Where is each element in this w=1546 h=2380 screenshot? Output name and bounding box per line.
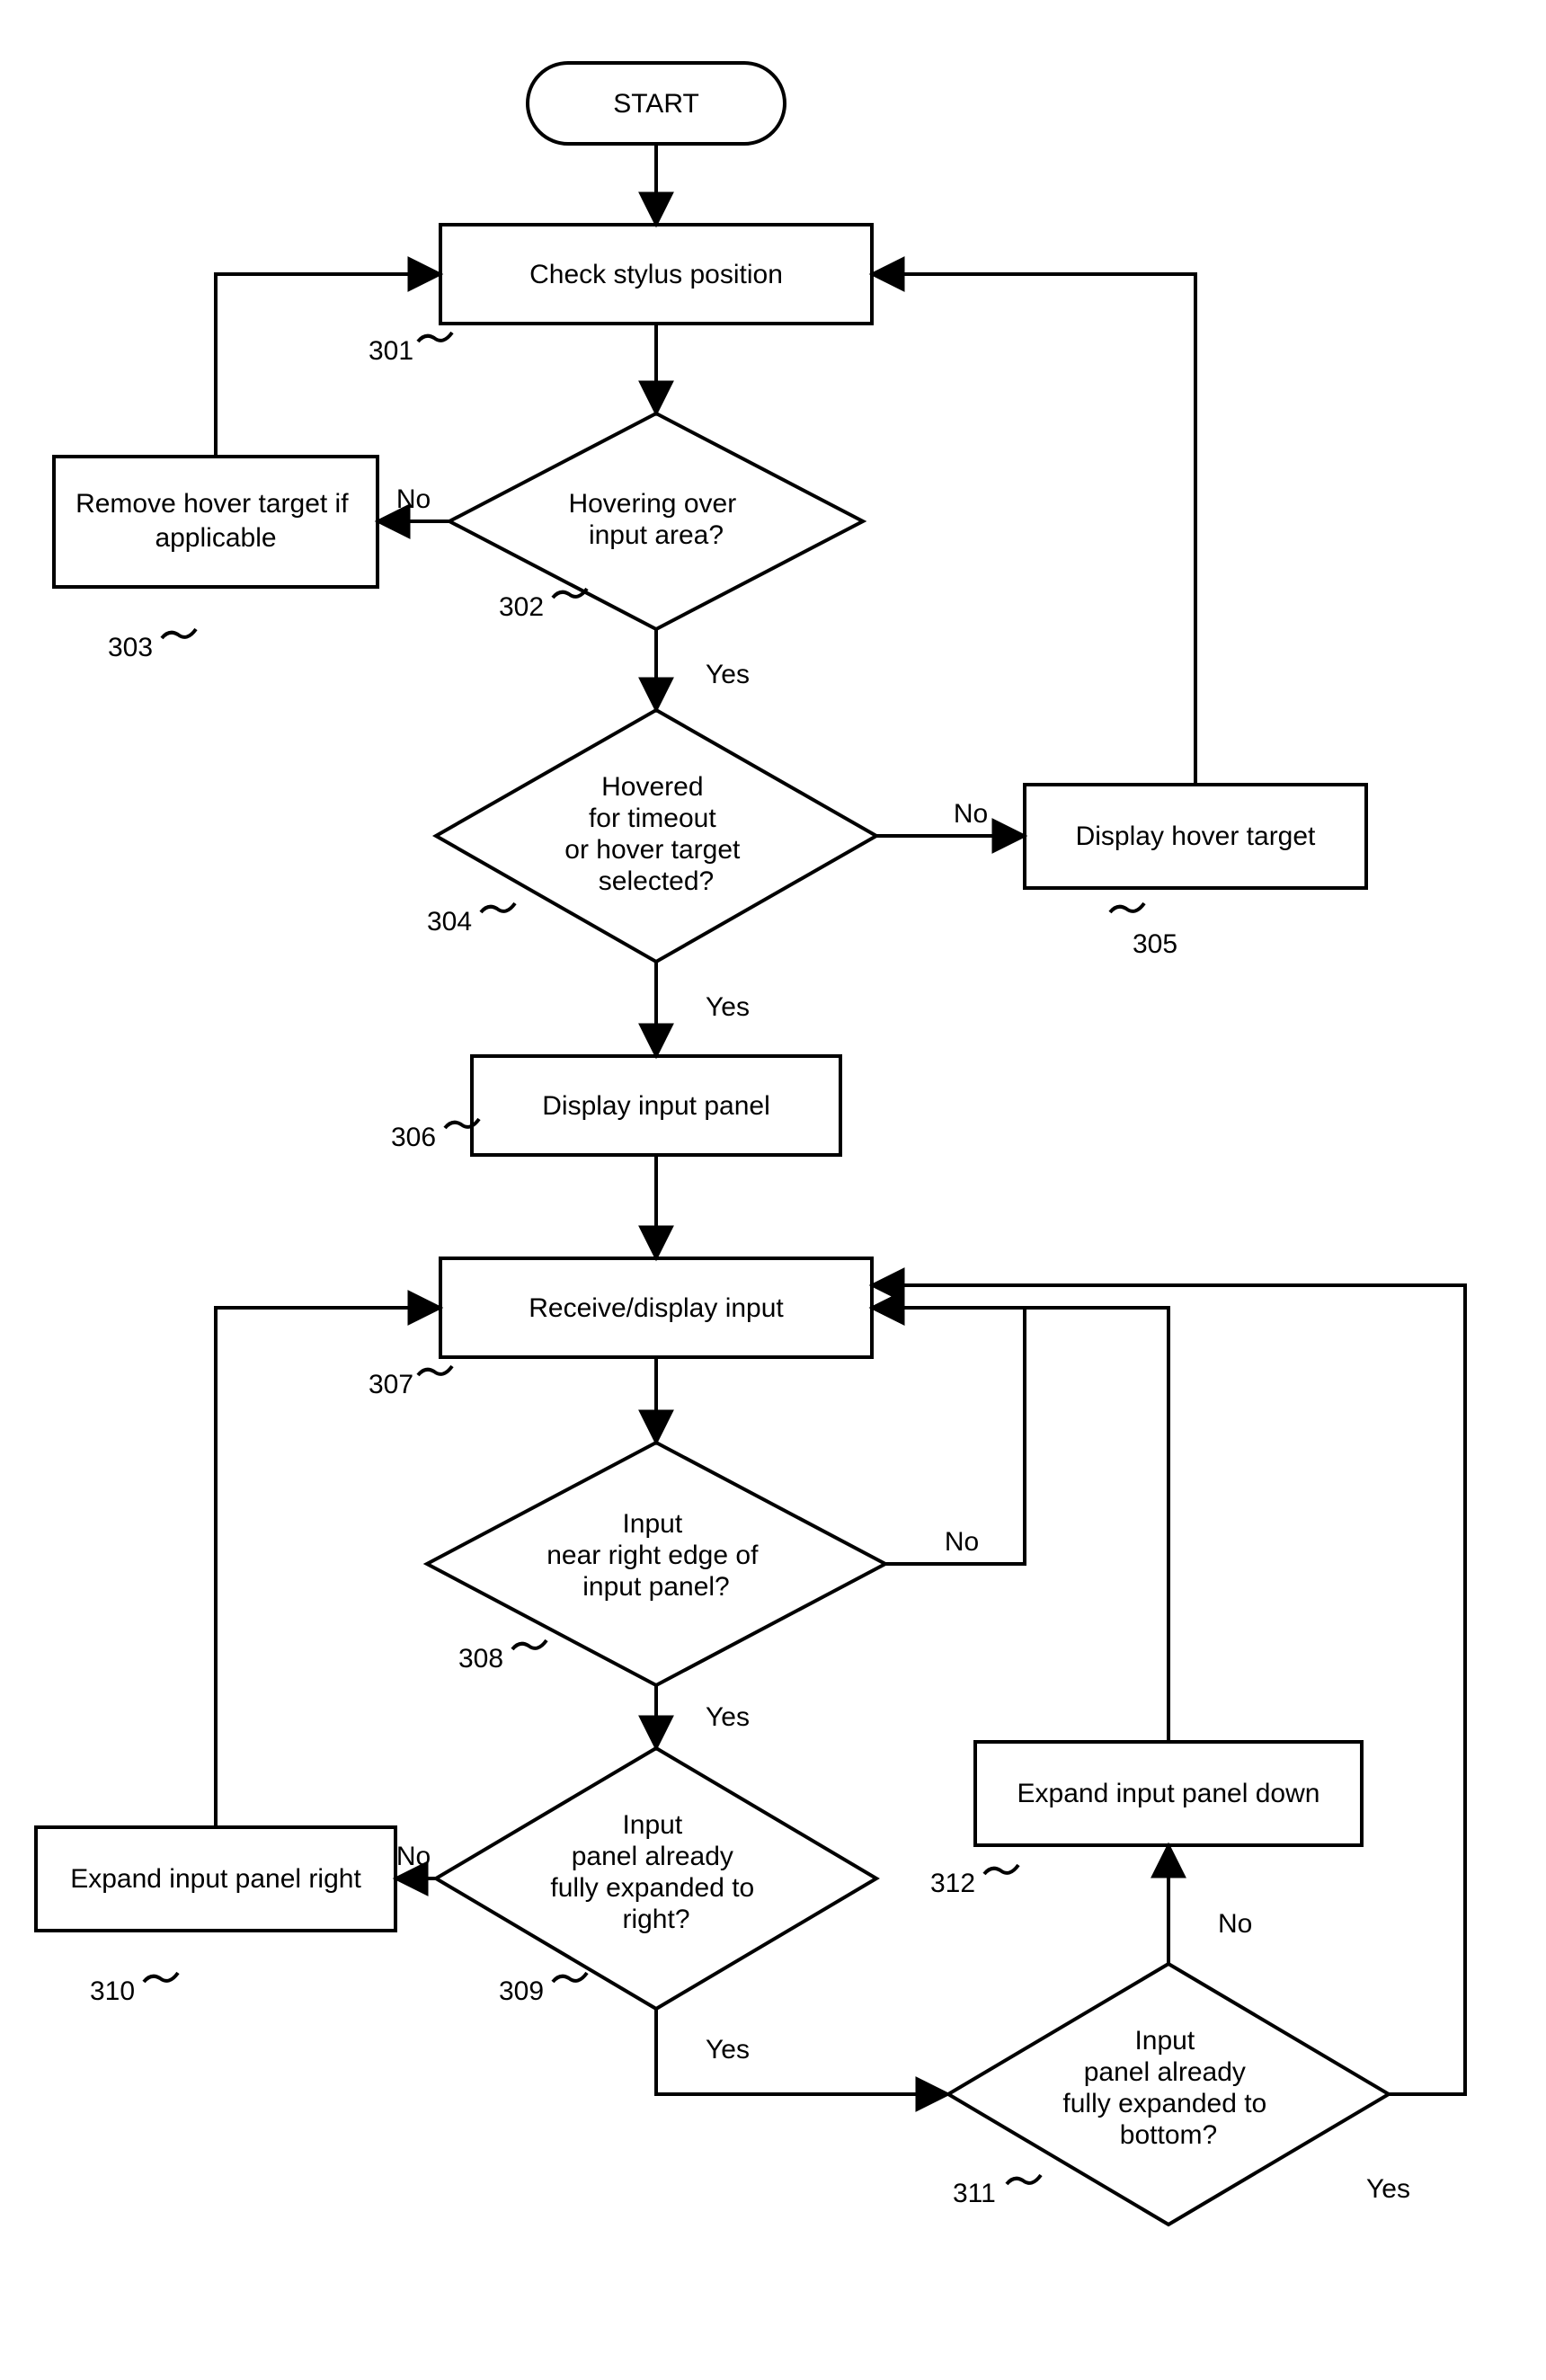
- ref-301: 301: [369, 333, 452, 366]
- ref-312: 312: [930, 1865, 1018, 1898]
- node-start: START: [528, 63, 785, 144]
- ref-303: 303: [108, 629, 196, 662]
- node-309: Input panel already fully expanded to ri…: [436, 1748, 876, 2009]
- edge-309-311-label: Yes: [706, 2035, 750, 2065]
- edge-312-307: [872, 1308, 1168, 1742]
- ref-308-text: 308: [458, 1644, 503, 1674]
- ref-312-text: 312: [930, 1869, 975, 1898]
- edge-302-304-label: Yes: [706, 660, 750, 689]
- node-307-label: Receive/display input: [529, 1293, 784, 1323]
- node-301-label: Check stylus position: [529, 260, 783, 289]
- ref-311: 311: [953, 2175, 1041, 2208]
- node-305-label: Display hover target: [1076, 821, 1316, 851]
- node-308-label: Input near right edge of input panel?: [546, 1509, 766, 1602]
- edge-304-306-label: Yes: [706, 992, 750, 1022]
- start-label: START: [613, 89, 699, 119]
- edge-309-311: [656, 2009, 948, 2094]
- node-310: Expand input panel right: [36, 1827, 395, 1931]
- edge-311-307-label: Yes: [1366, 2174, 1410, 2204]
- node-312-label: Expand input panel down: [1017, 1779, 1320, 1808]
- node-309-label: Input panel already fully expanded to ri…: [550, 1810, 761, 1934]
- ref-307-text: 307: [369, 1370, 413, 1399]
- ref-309-text: 309: [499, 1976, 544, 2006]
- ref-311-text: 311: [953, 2179, 996, 2208]
- edge-305-301: [872, 274, 1195, 785]
- node-302-label: Hovering over input area?: [568, 489, 743, 550]
- edge-308-307: [872, 1308, 1025, 1564]
- node-303-label: Remove hover target if applicable: [76, 489, 356, 553]
- ref-302-text: 302: [499, 592, 544, 622]
- node-311-label: Input panel already fully expanded to bo…: [1062, 2026, 1274, 2150]
- edge-308-307-label: No: [945, 1527, 979, 1557]
- ref-309: 309: [499, 1973, 587, 2006]
- edge-304-305-label: No: [954, 799, 988, 829]
- ref-302: 302: [499, 589, 587, 622]
- node-304-label: Hovered for timeout or hover target sele…: [564, 772, 747, 896]
- ref-308: 308: [458, 1640, 546, 1674]
- node-305: Display hover target: [1025, 785, 1366, 888]
- ref-310-text: 310: [90, 1976, 135, 2006]
- ref-301-text: 301: [369, 336, 413, 366]
- ref-304-text: 304: [427, 907, 472, 937]
- node-303: Remove hover target if applicable: [54, 457, 378, 587]
- ref-306-text: 306: [391, 1123, 436, 1152]
- node-307: Receive/display input: [440, 1258, 872, 1357]
- ref-305-text: 305: [1133, 929, 1177, 959]
- edge-308-309-label: Yes: [706, 1702, 750, 1732]
- ref-303-text: 303: [108, 633, 153, 662]
- ref-307: 307: [369, 1366, 452, 1399]
- node-306-label: Display input panel: [542, 1091, 770, 1121]
- node-301: Check stylus position: [440, 225, 872, 324]
- node-310-label: Expand input panel right: [70, 1864, 361, 1894]
- ref-304: 304: [427, 903, 515, 937]
- edge-302-303-label: No: [396, 484, 431, 514]
- edge-311-312-label: No: [1218, 1909, 1252, 1939]
- ref-305: 305: [1110, 903, 1177, 959]
- node-312: Expand input panel down: [975, 1742, 1362, 1845]
- ref-306: 306: [391, 1119, 479, 1152]
- flowchart: START Check stylus position Hovering ove…: [0, 0, 1546, 2380]
- ref-310: 310: [90, 1973, 178, 2006]
- edge-309-310-label: No: [396, 1842, 431, 1871]
- node-306: Display input panel: [472, 1056, 840, 1155]
- node-311: Input panel already fully expanded to bo…: [948, 1964, 1389, 2225]
- node-304: Hovered for timeout or hover target sele…: [436, 710, 876, 962]
